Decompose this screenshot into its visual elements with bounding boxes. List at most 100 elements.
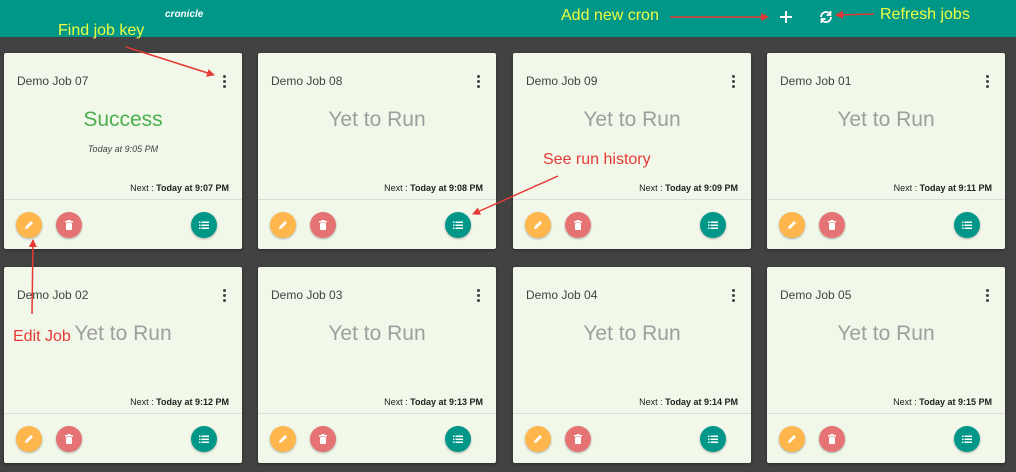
more-vert-icon <box>476 288 480 302</box>
delete-job-button[interactable] <box>56 426 82 452</box>
edit-job-button[interactable] <box>525 426 551 452</box>
run-history-button[interactable] <box>954 212 980 238</box>
next-run-time: Today at 9:14 PM <box>665 397 738 407</box>
trash-icon <box>574 434 582 444</box>
run-history-button[interactable] <box>191 212 217 238</box>
next-run-label: Next : <box>130 183 157 193</box>
job-menu-button[interactable] <box>472 288 484 302</box>
list-icon <box>199 435 209 443</box>
run-history-button[interactable] <box>700 212 726 238</box>
edit-job-button[interactable] <box>779 212 805 238</box>
job-status: Yet to Run <box>583 108 681 131</box>
delete-job-button[interactable] <box>310 426 336 452</box>
job-next-run: Next : Today at 9:07 PM <box>130 183 229 193</box>
card-divider <box>513 413 751 414</box>
list-icon <box>199 221 209 229</box>
list-icon <box>962 435 972 443</box>
job-card: Demo Job 01 Yet to Run Next : Today at 9:1… <box>767 53 1005 249</box>
edit-job-button[interactable] <box>270 426 296 452</box>
job-status: Yet to Run <box>583 322 681 345</box>
job-status: Yet to Run <box>328 108 426 131</box>
delete-job-button[interactable] <box>819 212 845 238</box>
job-menu-button[interactable] <box>727 74 739 88</box>
app-bar: cronicle <box>0 0 1016 37</box>
plus-icon <box>780 11 792 23</box>
job-card: Demo Job 08 Yet to Run Next : Today at 9:0… <box>258 53 496 249</box>
delete-job-button[interactable] <box>310 212 336 238</box>
edit-job-button[interactable] <box>16 212 42 238</box>
card-divider <box>767 199 1005 200</box>
delete-job-button[interactable] <box>565 426 591 452</box>
job-menu-button[interactable] <box>218 74 230 88</box>
run-history-button[interactable] <box>700 426 726 452</box>
next-run-label: Next : <box>893 397 920 407</box>
trash-icon <box>828 220 836 230</box>
run-history-button[interactable] <box>191 426 217 452</box>
pencil-icon <box>279 435 287 443</box>
job-next-run: Next : Today at 9:08 PM <box>384 183 483 193</box>
edit-job-button[interactable] <box>779 426 805 452</box>
job-menu-button[interactable] <box>981 288 993 302</box>
delete-job-button[interactable] <box>56 212 82 238</box>
job-last-run: Today at 9:05 PM <box>87 144 159 154</box>
job-card: Demo Job 04 Yet to Run Next : Today at 9:1… <box>513 267 751 463</box>
job-menu-button[interactable] <box>472 74 484 88</box>
delete-job-button[interactable] <box>565 212 591 238</box>
job-status: Yet to Run <box>328 322 426 345</box>
run-history-button[interactable] <box>445 426 471 452</box>
job-menu-button[interactable] <box>218 288 230 302</box>
job-title: Demo Job 02 <box>17 288 89 302</box>
trash-icon <box>319 220 327 230</box>
job-status: Yet to Run <box>837 108 935 131</box>
next-run-time: Today at 9:07 PM <box>156 183 229 193</box>
job-next-run: Next : Today at 9:15 PM <box>893 397 992 407</box>
list-icon <box>962 221 972 229</box>
card-divider <box>258 413 496 414</box>
next-run-label: Next : <box>639 397 666 407</box>
next-run-time: Today at 9:09 PM <box>665 183 738 193</box>
job-title: Demo Job 05 <box>780 288 852 302</box>
job-menu-button[interactable] <box>981 74 993 88</box>
list-icon <box>453 435 463 443</box>
more-vert-icon <box>731 74 735 88</box>
job-status: Success <box>83 108 163 131</box>
job-status: Yet to Run <box>837 322 935 345</box>
edit-job-button[interactable] <box>270 212 296 238</box>
annotation-edit-job: Edit Job <box>13 328 71 345</box>
edit-job-button[interactable] <box>525 212 551 238</box>
list-icon <box>708 435 718 443</box>
next-run-label: Next : <box>893 183 920 193</box>
job-card: Demo Job 05 Yet to Run Next : Today at 9:1… <box>767 267 1005 463</box>
run-history-button[interactable] <box>954 426 980 452</box>
list-icon <box>708 221 718 229</box>
add-cron-button[interactable] <box>772 4 800 30</box>
trash-icon <box>319 434 327 444</box>
more-vert-icon <box>476 74 480 88</box>
annotation-refresh-jobs: Refresh jobs <box>880 6 970 23</box>
job-card: Demo Job 03 Yet to Run Next : Today at 9:1… <box>258 267 496 463</box>
job-next-run: Next : Today at 9:14 PM <box>639 397 738 407</box>
card-divider <box>4 413 242 414</box>
edit-job-button[interactable] <box>16 426 42 452</box>
annotation-find-job-key: Find job key <box>58 22 145 39</box>
card-divider <box>767 413 1005 414</box>
job-menu-button[interactable] <box>727 288 739 302</box>
pencil-icon <box>788 221 796 229</box>
run-history-button[interactable] <box>445 212 471 238</box>
job-next-run: Next : Today at 9:13 PM <box>384 397 483 407</box>
refresh-jobs-button[interactable] <box>812 4 840 30</box>
job-title: Demo Job 03 <box>271 288 343 302</box>
more-vert-icon <box>222 74 226 88</box>
annotation-see-run-history: See run history <box>543 151 651 168</box>
pencil-icon <box>534 435 542 443</box>
app-title: cronicle <box>165 9 204 20</box>
card-divider <box>513 199 751 200</box>
annotation-add-new-cron: Add new cron <box>561 7 659 24</box>
more-vert-icon <box>731 288 735 302</box>
pencil-icon <box>534 221 542 229</box>
trash-icon <box>65 220 73 230</box>
delete-job-button[interactable] <box>819 426 845 452</box>
next-run-time: Today at 9:08 PM <box>410 183 483 193</box>
job-title: Demo Job 09 <box>526 74 598 88</box>
next-run-time: Today at 9:11 PM <box>919 183 992 193</box>
